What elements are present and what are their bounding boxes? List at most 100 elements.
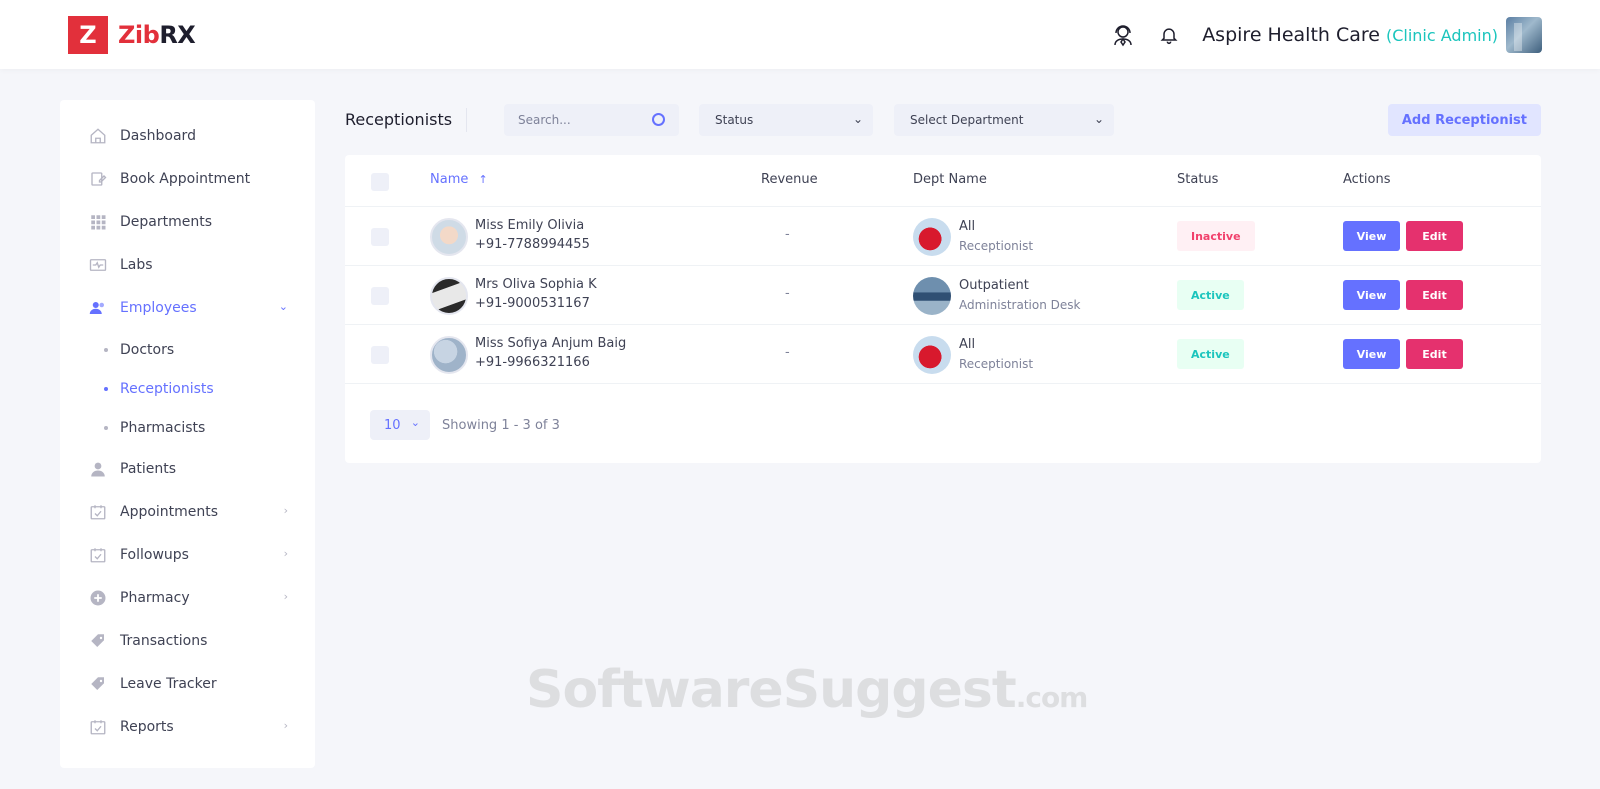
logo-text-part1: Zib [118, 21, 160, 49]
top-header: Z ZibRX Aspire Health Care (Clinic Admin… [0, 0, 1600, 69]
chevron-down-icon: ⌄ [410, 416, 420, 429]
per-page-value: 10 [384, 417, 401, 433]
employee-revenue: - [785, 227, 790, 242]
select-all-checkbox[interactable] [371, 173, 389, 191]
add-receptionist-button[interactable]: Add Receptionist [1387, 104, 1541, 136]
employee-revenue: - [785, 345, 790, 360]
status-select[interactable]: Status ⌄ [699, 104, 873, 136]
logo-mark: Z [68, 16, 108, 54]
sidebar-subitem-receptionists[interactable]: Receptionists [104, 378, 214, 400]
view-button[interactable]: View [1343, 280, 1400, 310]
receptionists-table: Name ↑ Revenue Dept Name Status Actions … [345, 155, 1541, 463]
status-select-value: Status [715, 113, 754, 127]
view-button[interactable]: View [1343, 221, 1400, 251]
department-name: Outpatient [959, 278, 1029, 293]
sidebar-item-leave-tracker[interactable]: Leave Tracker [88, 672, 288, 696]
employee-name[interactable]: Mrs Oliva Sophia K [475, 277, 597, 292]
column-header-actions: Actions [1343, 172, 1391, 187]
employee-revenue: - [785, 286, 790, 301]
edit-icon [88, 169, 108, 189]
notification-bell-icon[interactable] [1156, 22, 1182, 48]
table-row: Mrs Oliva Sophia K +91-9000531167 - Outp… [345, 266, 1541, 325]
logo-text-part2: RX [159, 21, 196, 49]
sidebar-item-label: Departments [120, 214, 213, 230]
department-image [913, 336, 951, 374]
sidebar-item-label: Transactions [120, 633, 208, 649]
sidebar-item-transactions[interactable]: Transactions [88, 629, 288, 653]
profile-avatar[interactable] [1506, 17, 1542, 53]
clinic-name[interactable]: Aspire Health Care [1202, 24, 1380, 46]
chevron-right-icon: › [283, 590, 288, 603]
row-checkbox[interactable] [371, 346, 389, 364]
watermark-main: SoftwareSuggest [526, 660, 1017, 720]
chevron-right-icon: › [283, 719, 288, 732]
status-badge: Active [1177, 339, 1244, 369]
sidebar-item-reports[interactable]: Reports › [88, 715, 288, 739]
edit-button[interactable]: Edit [1406, 339, 1463, 369]
support-agent-icon[interactable] [1110, 22, 1136, 48]
employee-name[interactable]: Miss Sofiya Anjum Baig [475, 336, 626, 351]
employee-phone: +91-9966321166 [475, 355, 590, 370]
row-checkbox[interactable] [371, 287, 389, 305]
search-box[interactable] [504, 104, 679, 136]
employee-avatar [430, 277, 468, 315]
view-button[interactable]: View [1343, 339, 1400, 369]
bullet-icon [104, 387, 108, 391]
per-page-select[interactable]: 10 ⌄ [370, 410, 430, 440]
sidebar-item-labs[interactable]: Labs [88, 253, 288, 277]
sidebar-item-label: Pharmacy [120, 590, 190, 606]
sidebar-subitem-label: Doctors [120, 342, 175, 358]
department-subtitle: Receptionist [959, 357, 1034, 371]
column-header-name-label: Name [430, 172, 469, 187]
sidebar-item-pharmacy[interactable]: Pharmacy › [88, 586, 288, 610]
employee-name[interactable]: Miss Emily Olivia [475, 218, 584, 233]
chevron-right-icon: › [283, 504, 288, 517]
users-icon [88, 298, 108, 318]
plus-circle-icon [88, 588, 108, 608]
user-icon [88, 459, 108, 479]
sidebar-subitem-pharmacists[interactable]: Pharmacists [104, 417, 205, 439]
sidebar-item-dashboard[interactable]: Dashboard [88, 124, 288, 148]
chevron-down-icon: ⌄ [278, 300, 288, 313]
sidebar-item-label: Patients [120, 461, 177, 477]
pagination-summary: Showing 1 - 3 of 3 [442, 417, 560, 433]
sidebar-item-label: Labs [120, 257, 153, 273]
brand-logo[interactable]: Z ZibRX [68, 16, 196, 54]
tag-icon [88, 674, 108, 694]
sidebar-item-followups[interactable]: Followups › [88, 543, 288, 567]
column-header-name[interactable]: Name ↑ [430, 172, 488, 187]
sidebar-item-book-appointment[interactable]: Book Appointment [88, 167, 288, 191]
sidebar-item-departments[interactable]: Departments [88, 210, 288, 234]
header-right: Aspire Health Care (Clinic Admin) [1110, 16, 1542, 54]
search-icon[interactable] [652, 113, 665, 126]
sidebar-item-employees[interactable]: Employees ⌄ [88, 296, 288, 320]
edit-button[interactable]: Edit [1406, 221, 1463, 251]
edit-button[interactable]: Edit [1406, 280, 1463, 310]
department-select[interactable]: Select Department ⌄ [894, 104, 1114, 136]
sidebar-item-patients[interactable]: Patients [88, 457, 288, 481]
employee-phone: +91-7788994455 [475, 237, 590, 252]
row-checkbox[interactable] [371, 228, 389, 246]
chevron-down-icon: ⌄ [852, 112, 863, 126]
table-row: Miss Emily Olivia +91-7788994455 - All R… [345, 207, 1541, 266]
department-subtitle: Receptionist [959, 239, 1034, 253]
bullet-icon [104, 426, 108, 430]
sidebar-item-appointments[interactable]: Appointments › [88, 500, 288, 524]
sidebar-item-label: Followups [120, 547, 189, 563]
department-subtitle: Administration Desk [959, 298, 1081, 312]
sidebar-item-label: Leave Tracker [120, 676, 217, 692]
bullet-icon [104, 348, 108, 352]
search-input[interactable] [518, 113, 638, 127]
status-badge: Active [1177, 280, 1244, 310]
sidebar-item-label: Appointments [120, 504, 219, 520]
calendar-check-icon [88, 502, 108, 522]
grid-icon [88, 212, 108, 232]
sidebar-subitem-doctors[interactable]: Doctors [104, 339, 174, 361]
pagination: 10 ⌄ Showing 1 - 3 of 3 [370, 410, 560, 440]
department-image [913, 277, 951, 315]
calendar-check-icon [88, 545, 108, 565]
watermark-suffix: .com [1015, 681, 1089, 714]
chevron-down-icon: ⌄ [1093, 112, 1104, 126]
table-row: Miss Sofiya Anjum Baig +91-9966321166 - … [345, 325, 1541, 384]
sidebar-subitem-label: Pharmacists [120, 420, 206, 436]
